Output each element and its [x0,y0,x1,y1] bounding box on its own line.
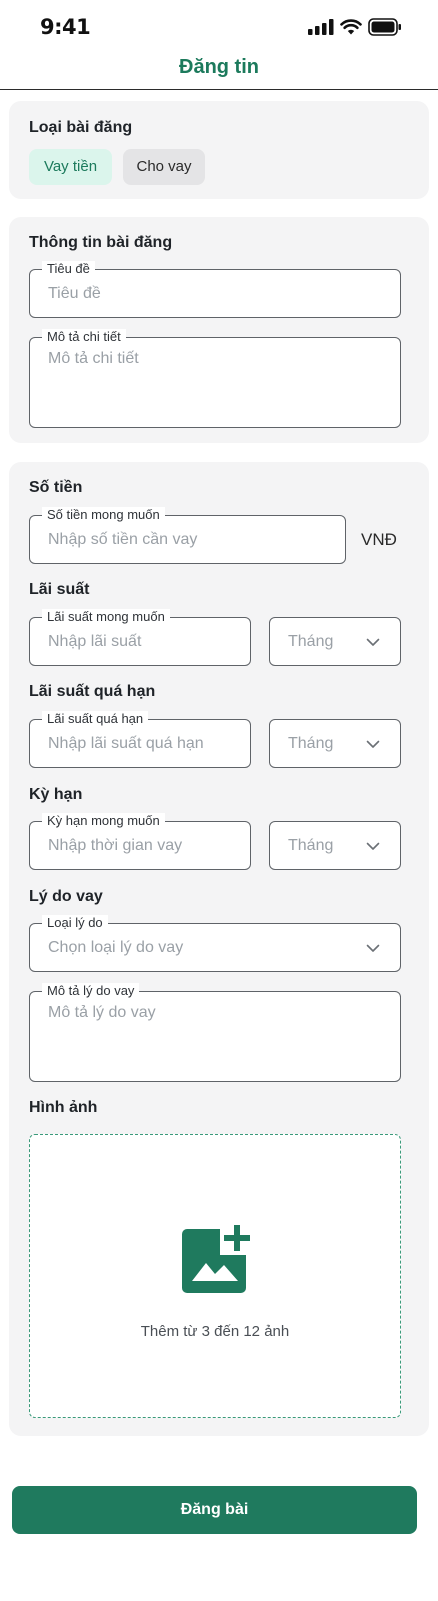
description-field-placeholder: Mô tả chi tiết [48,350,139,367]
overdue-interest-input-placeholder: Nhập lãi suất quá hạn [48,735,204,752]
reason-type-select[interactable]: Loại lý do Chọn loại lý do vay [29,915,401,972]
status-icons [308,18,402,36]
reason-description-label: Mô tả lý do vay [42,983,140,999]
post-type-card: Loại bài đăng Vay tiền Cho vay [9,101,429,199]
overdue-interest-period-value: Tháng [288,735,334,752]
post-info-title: Thông tin bài đăng [29,234,173,251]
image-upload-area[interactable]: Thêm từ 3 đến 12 ảnh [29,1134,401,1418]
images-title: Hình ảnh [29,1099,98,1116]
amount-input[interactable]: Số tiền mong muốn Nhập số tiền cần vay [29,507,346,564]
post-type-option-lend[interactable]: Cho vay [123,149,205,185]
description-field-label: Mô tả chi tiết [42,329,126,345]
term-input-placeholder: Nhập thời gian vay [48,837,183,854]
image-upload-hint: Thêm từ 3 đến 12 ảnh [140,1323,290,1340]
term-title: Kỳ hạn [29,786,83,803]
overdue-interest-period-select[interactable]: Tháng [269,719,401,768]
reason-title: Lý do vay [29,888,103,905]
reason-type-placeholder: Chọn loại lý do vay [48,939,184,956]
post-type-title: Loại bài đăng [29,119,133,136]
chevron-down-icon [366,638,380,646]
amount-input-label: Số tiền mong muốn [42,507,165,523]
battery-icon [368,18,401,36]
post-info-card: Thông tin bài đăng Tiêu đề Tiêu đề Mô tả… [9,217,429,443]
interest-title: Lãi suất [29,581,90,598]
interest-period-value: Tháng [288,633,334,650]
header: Đăng tin [0,50,438,90]
amount-title: Số tiền [29,479,83,496]
term-input[interactable]: Kỳ hạn mong muốn Nhập thời gian vay [29,813,251,870]
submit-post-button[interactable]: Đăng bài [12,1486,417,1534]
interest-input-placeholder: Nhập lãi suất [48,633,142,650]
term-period-value: Tháng [288,837,334,854]
post-type-option-borrow[interactable]: Vay tiền [29,149,112,185]
description-field[interactable]: Mô tả chi tiết Mô tả chi tiết [29,329,401,428]
chevron-down-icon [366,842,380,850]
page-title: Đăng tin [179,56,259,78]
cellular-signal-icon [308,19,334,35]
overdue-interest-title: Lãi suất quá hạn [29,683,156,700]
currency-unit: VNĐ [361,530,397,549]
title-field-label: Tiêu đề [42,261,95,277]
status-time: 9:41 [40,15,91,39]
reason-type-label: Loại lý do [42,915,108,931]
amount-input-placeholder: Nhập số tiền cần vay [48,531,198,548]
loan-details-card: Số tiền Số tiền mong muốn Nhập số tiền c… [9,462,429,1436]
title-field[interactable]: Tiêu đề Tiêu đề [29,261,401,318]
interest-period-select[interactable]: Tháng [269,617,401,666]
chevron-down-icon [366,944,380,952]
term-input-label: Kỳ hạn mong muốn [42,813,165,829]
term-period-select[interactable]: Tháng [269,821,401,870]
title-field-placeholder: Tiêu đề [48,285,101,302]
reason-description-placeholder: Mô tả lý do vay [48,1004,156,1021]
overdue-interest-input-label: Lãi suất quá hạn [42,711,149,727]
chevron-down-icon [366,740,380,748]
overdue-interest-input[interactable]: Lãi suất quá hạn Nhập lãi suất quá hạn [29,711,251,768]
interest-input-label: Lãi suất mong muốn [42,609,170,625]
interest-input[interactable]: Lãi suất mong muốn Nhập lãi suất [29,609,251,666]
status-bar: 9:41 [0,0,438,50]
wifi-icon [340,19,362,35]
reason-description-field[interactable]: Mô tả lý do vay Mô tả lý do vay [29,983,401,1082]
add-photo-icon [182,1225,250,1293]
